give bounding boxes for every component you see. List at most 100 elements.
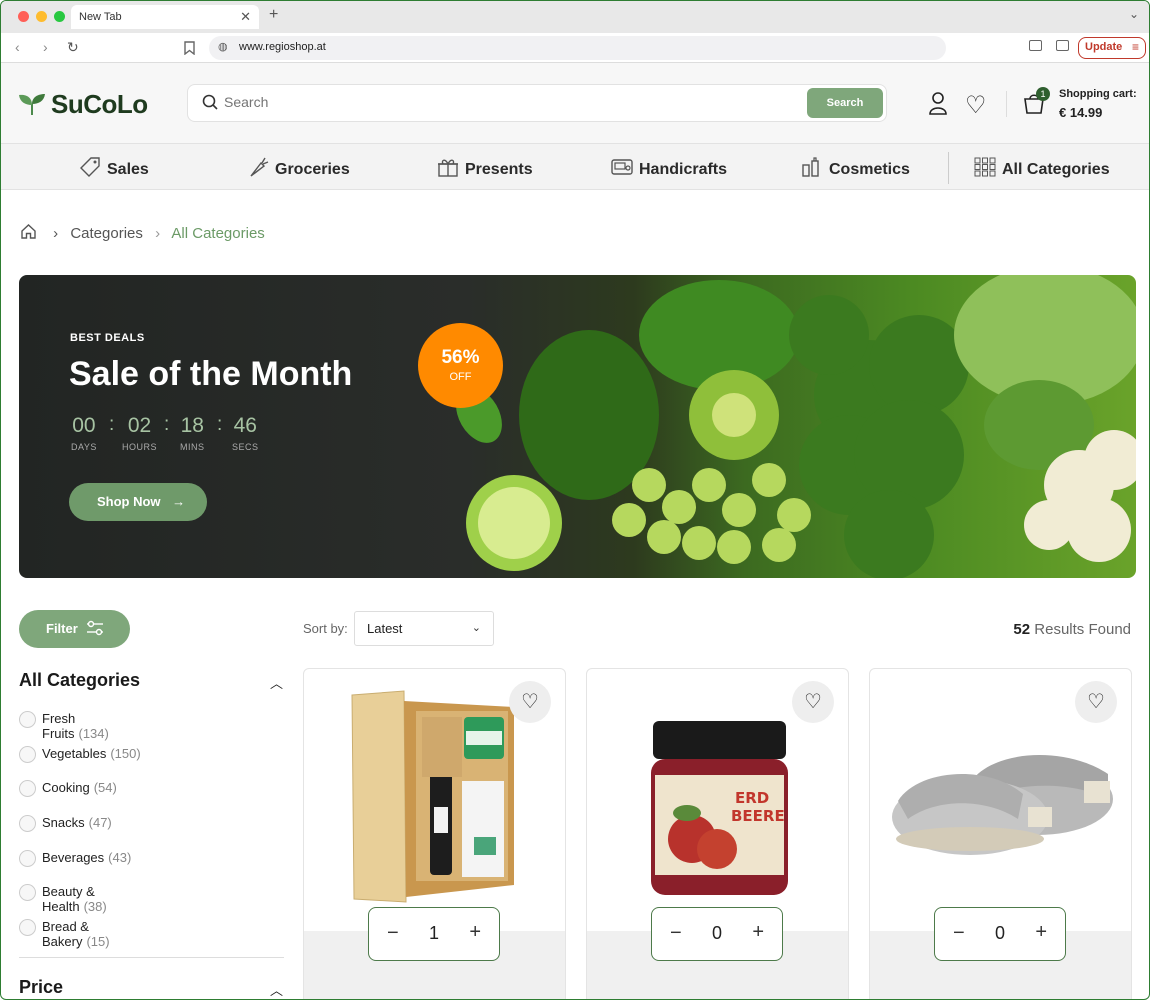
cosmetics-bottles-icon [802, 157, 819, 177]
site-logo[interactable]: SuCoLo [18, 89, 148, 120]
reload-icon[interactable]: ↻ [67, 39, 79, 56]
nav-item-cosmetics[interactable]: Cosmetics [801, 157, 910, 179]
category-count: (150) [110, 745, 141, 761]
countdown-colon: : [109, 414, 115, 435]
wishlist-heart-icon[interactable]: ♡ [509, 681, 551, 723]
countdown-mins: 18 MINS [180, 414, 205, 452]
countdown-days: 00 DAYS [71, 414, 97, 452]
close-tab-icon[interactable]: ✕ [240, 9, 251, 25]
minimize-window-button[interactable] [36, 11, 47, 22]
shop-now-button[interactable]: Shop Now → [69, 483, 207, 521]
quantity-stepper: − 0 + [651, 907, 783, 961]
wishlist-heart-icon[interactable]: ♡ [965, 91, 987, 120]
product-card[interactable]: ERD BEERE ♡ − 0 + [586, 668, 849, 999]
filter-label: Filter [46, 621, 78, 636]
countdown-value: 18 [180, 414, 204, 437]
maximize-window-button[interactable] [54, 11, 65, 22]
radio-button[interactable] [19, 849, 36, 867]
wishlist-heart-icon[interactable]: ♡ [1075, 681, 1117, 723]
url-text: www.regioshop.at [239, 41, 326, 53]
back-arrow-icon[interactable]: ‹ [15, 39, 20, 55]
filter-button[interactable]: Filter [19, 610, 130, 648]
close-window-button[interactable] [18, 11, 29, 22]
category-count: (38) [83, 899, 107, 915]
site-info-icon[interactable]: ◍ [218, 40, 228, 53]
breadcrumb-categories[interactable]: Categories [70, 225, 143, 242]
radio-button[interactable] [19, 815, 36, 833]
search-input[interactable] [224, 94, 784, 110]
discount-percent: 56% [441, 347, 480, 368]
tab-list-chevron-icon[interactable]: ⌄ [1129, 7, 1139, 21]
new-tab-icon[interactable]: + [269, 6, 278, 24]
sidebar-toggle-icon[interactable] [1029, 40, 1042, 51]
user-account-icon[interactable] [928, 91, 948, 115]
hero-title: Sale of the Month [69, 355, 353, 393]
address-bar[interactable]: ◍ www.regioshop.at [209, 36, 946, 60]
logo-text: SuCoLo [51, 89, 148, 119]
nav-label: All Categories [1002, 161, 1110, 178]
update-label: Update [1085, 41, 1123, 53]
results-number: 52 [1013, 621, 1031, 638]
bookmark-icon[interactable] [184, 41, 195, 55]
radio-button[interactable] [19, 884, 36, 902]
breadcrumb: › Categories › All Categories [20, 223, 273, 242]
results-count: 52 Results Found [1013, 621, 1131, 638]
nav-item-handicrafts[interactable]: Handicrafts [611, 157, 727, 179]
sidebar-divider [19, 957, 284, 958]
chevron-up-icon[interactable]: ︿ [270, 980, 283, 999]
nav-label: Handicrafts [639, 161, 728, 178]
radio-button[interactable] [19, 919, 36, 937]
product-card[interactable]: ♡ − 0 + [869, 668, 1132, 999]
sort-dropdown[interactable]: Latest ⌄ [354, 611, 494, 646]
nav-item-groceries[interactable]: Groceries [247, 157, 350, 179]
home-icon[interactable] [20, 223, 37, 240]
svg-text:BEERE: BEERE [731, 807, 785, 825]
chevron-down-icon: ⌄ [471, 622, 481, 634]
radio-button[interactable] [19, 780, 36, 798]
wallet-icon[interactable] [1056, 40, 1069, 51]
plus-icon[interactable]: + [752, 921, 764, 944]
plus-icon[interactable]: + [469, 921, 481, 944]
countdown-label: DAYS [71, 442, 97, 452]
countdown-colon: : [217, 414, 223, 435]
search-bar: Search [187, 84, 887, 122]
nav-item-presents[interactable]: Presents [437, 157, 533, 179]
countdown-label: HOURS [122, 442, 158, 452]
browser-toolbar: ‹ › ↻ ◍ www.regioshop.at Update ≡ [1, 33, 1149, 63]
discount-badge: 56% OFF [418, 323, 503, 408]
hero-kicker: BEST DEALS [70, 332, 145, 344]
category-name: Vegetables [42, 745, 107, 761]
nav-divider [948, 152, 949, 184]
filter-sliders-icon [87, 620, 103, 636]
countdown-label: SECS [232, 442, 259, 452]
radio-button[interactable] [19, 745, 36, 763]
forward-arrow-icon[interactable]: › [43, 39, 48, 55]
discount-off-label: OFF [449, 371, 472, 383]
svg-text:ERD: ERD [735, 789, 769, 807]
category-name: Cooking [42, 780, 90, 796]
nav-item-all-categories[interactable]: All Categories [974, 157, 1110, 179]
quantity-stepper: − 1 + [368, 907, 500, 961]
countdown-value: 02 [127, 414, 152, 437]
category-count: (54) [93, 780, 117, 796]
countdown-colon: : [164, 414, 170, 435]
sort-value: Latest [367, 621, 403, 636]
plus-icon[interactable]: + [1035, 921, 1047, 944]
category-count: (47) [88, 815, 112, 831]
gift-box-image [351, 690, 514, 903]
browser-tab[interactable]: New Tab ✕ [71, 5, 259, 29]
nav-item-sales[interactable]: Sales [79, 157, 149, 179]
felt-slippers-image [892, 755, 1113, 855]
chevron-up-icon[interactable]: ︿ [270, 673, 283, 692]
update-button[interactable]: Update ≡ [1078, 37, 1146, 59]
radio-button[interactable] [19, 711, 36, 728]
wishlist-heart-icon[interactable]: ♡ [792, 681, 834, 723]
category-count: (15) [86, 934, 110, 950]
sidebar-price-title: Price [19, 977, 64, 997]
product-card[interactable]: ♡ − 1 + [303, 668, 566, 999]
carrot-icon [250, 157, 269, 177]
search-button[interactable]: Search [807, 88, 883, 118]
category-count: (43) [108, 849, 132, 865]
arrow-right-icon: → [172, 494, 186, 509]
category-name: Fresh Fruits [42, 711, 76, 741]
